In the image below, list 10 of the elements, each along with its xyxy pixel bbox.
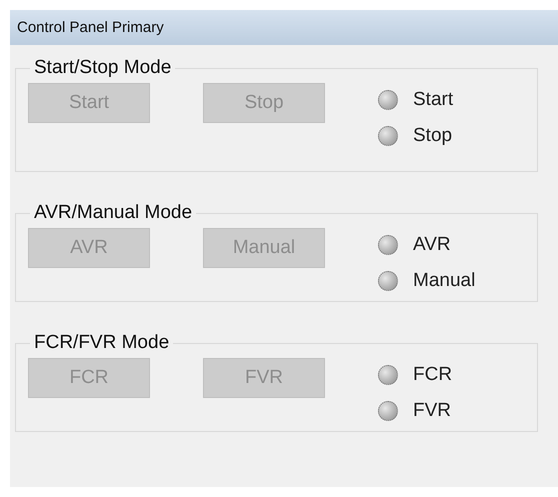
group-title: AVR/Manual Mode	[33, 202, 194, 224]
panel-title: Control Panel Primary	[17, 19, 164, 36]
group-title: Start/Stop Mode	[33, 57, 172, 79]
indicator-label: FCR	[413, 364, 452, 386]
indicator-label: Start	[413, 89, 454, 111]
indicator-label: FVR	[413, 400, 451, 422]
indicator-label: AVR	[413, 234, 451, 256]
indicator-label: Stop	[413, 125, 452, 147]
indicator-label: Manual	[413, 270, 476, 292]
group-title: FCR/FVR Mode	[33, 332, 170, 354]
